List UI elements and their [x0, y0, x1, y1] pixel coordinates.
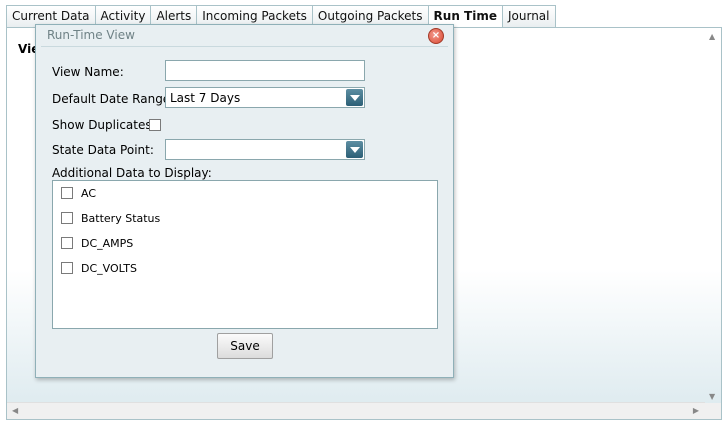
save-button[interactable]: Save: [217, 333, 273, 359]
scroll-right-icon[interactable]: ▶: [693, 406, 699, 415]
dialog-title: Run-Time View: [47, 28, 135, 42]
view-name-input[interactable]: [165, 60, 365, 81]
horizontal-scrollbar[interactable]: ◀ ▶: [7, 402, 705, 419]
scrollbar-corner: [705, 403, 721, 419]
view-name-label: View Name:: [52, 65, 124, 79]
item-checkbox[interactable]: [61, 212, 73, 224]
chevron-down-icon[interactable]: [346, 141, 363, 158]
item-checkbox[interactable]: [61, 237, 73, 249]
item-label: AC: [81, 187, 97, 200]
item-label: Battery Status: [81, 212, 161, 225]
title-divider: [41, 46, 448, 47]
state-data-point-select[interactable]: [165, 139, 365, 160]
date-range-select[interactable]: Last 7 Days: [165, 87, 365, 108]
item-label: DC_AMPS: [81, 237, 134, 250]
item-label: DC_VOLTS: [81, 262, 137, 275]
vertical-scrollbar[interactable]: ▲ ▼: [705, 28, 721, 403]
date-range-label: Default Date Range:: [52, 92, 175, 106]
scroll-down-icon[interactable]: ▼: [709, 392, 715, 401]
scroll-up-icon[interactable]: ▲: [709, 32, 715, 41]
close-icon[interactable]: ×: [428, 28, 444, 44]
chevron-down-icon[interactable]: [346, 89, 363, 106]
scroll-left-icon[interactable]: ◀: [12, 406, 18, 415]
date-range-value: Last 7 Days: [170, 91, 241, 105]
run-time-view-dialog: Run-Time View × View Name: Default Date …: [35, 24, 454, 378]
tab-journal[interactable]: Journal: [502, 5, 556, 28]
show-duplicates-label: Show Duplicates:: [52, 118, 156, 132]
additional-data-label: Additional Data to Display:: [52, 166, 212, 180]
state-data-point-label: State Data Point:: [52, 143, 154, 157]
item-checkbox[interactable]: [61, 187, 73, 199]
item-checkbox[interactable]: [61, 262, 73, 274]
show-duplicates-checkbox[interactable]: [149, 119, 161, 131]
additional-data-list: AC Battery Status DC_AMPS DC_VOLTS: [52, 180, 438, 329]
